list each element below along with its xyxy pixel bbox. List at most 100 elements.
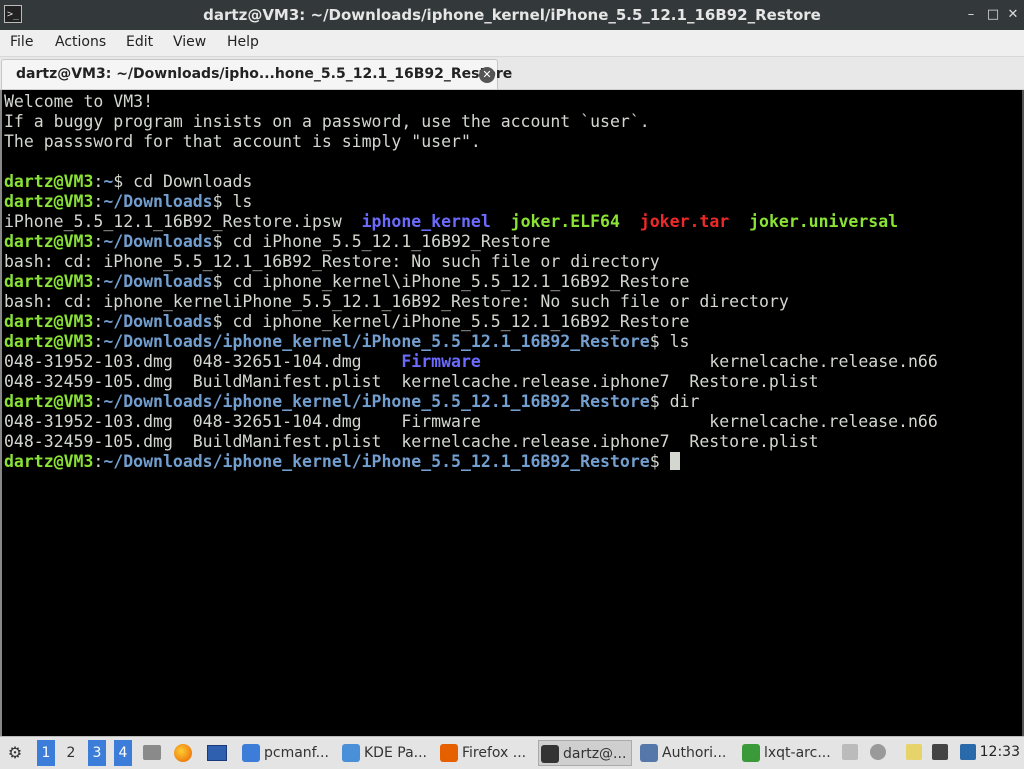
scroll-indicator-icon[interactable] [842,744,858,760]
terminal-text: dartz@VM3 [4,452,94,471]
terminal-line: 048-31952-103.dmg 048-32651-104.dmg Firm… [4,412,938,432]
terminal-text: ~/Downloads [103,312,213,331]
window-title: dartz@VM3: ~/Downloads/iphone_kernel/iPh… [203,6,821,24]
clipboard-icon[interactable] [906,744,922,760]
terminal-line: dartz@VM3:~/Downloads$ ls [4,192,252,212]
terminal-text: $ cd iphone_kernel/iPhone_5.5_12.1_16B92… [212,312,690,331]
tab-label: dartz@VM3: ~/Downloads/ipho...hone_5.5_1… [16,66,513,82]
desktop-1-button[interactable]: 1 [37,740,55,766]
terminal-line: bash: cd: iPhone_5.5_12.1_16B92_Restore:… [4,252,660,272]
terminal-text: dartz@VM3 [4,332,94,351]
maximize-button[interactable]: □ [984,6,1002,24]
terminal-text: ~/Downloads [103,192,213,211]
terminal-output[interactable]: Welcome to VM3! If a buggy program insist… [0,90,1024,736]
terminal-icon [541,745,559,763]
desktop-4-button[interactable]: 4 [114,740,132,766]
terminal-text: : [93,272,104,291]
terminal-line: The passsword for that account is simply… [4,132,481,152]
key-icon [640,744,658,762]
terminal-text: Firmware [401,352,481,371]
terminal-text: ~ [103,172,114,191]
terminal-line: dartz@VM3:~/Downloads/iphone_kernel/iPho… [4,332,689,352]
task-button[interactable]: lxqt-arc... [740,740,834,766]
terminal-text: The passsword for that account is simply… [4,132,481,151]
menubar: File Actions Edit View Help [0,30,1024,57]
desktop-3-button[interactable]: 3 [88,740,106,766]
terminal-text: $ cd Downloads [113,172,253,191]
terminal-line: 048-31952-103.dmg 048-32651-104.dmg Firm… [4,352,938,372]
task-label: dartz@... [563,746,627,762]
task-button[interactable]: pcmanf... [240,740,334,766]
volume-icon[interactable] [870,744,886,760]
terminal-text: $ ls [212,192,253,211]
task-label: Authori... [662,745,727,761]
terminal-line: dartz@VM3:~$ cd Downloads [4,172,252,192]
lxqt-menu-icon[interactable]: ⚙ [4,740,26,766]
terminal-text: ~/Downloads/iphone_kernel/iPhone_5.5_12.… [103,332,650,351]
terminal-text: ~/Downloads/iphone_kernel/iPhone_5.5_12.… [103,452,650,471]
task-label: pcmanf... [264,745,329,761]
terminal-line: bash: cd: iphone_kerneliPhone_5.5_12.1_1… [4,292,789,312]
terminal-text: kernelcache.release.n66 [480,352,938,371]
terminal-text: $ cd iPhone_5.5_12.1_16B92_Restore [212,232,551,251]
task-button[interactable]: KDE Pa... [340,740,434,766]
tab-bar: dartz@VM3: ~/Downloads/ipho...hone_5.5_1… [0,57,1024,90]
folder-icon [242,744,260,762]
terminal-text: dartz@VM3 [4,232,94,251]
desktop-2-button[interactable]: 2 [62,740,80,766]
terminal-line: dartz@VM3:~/Downloads$ cd iphone_kernel/… [4,312,689,332]
terminal-text: : [93,392,104,411]
terminal-text: dartz@VM3 [4,312,94,331]
menu-view[interactable]: View [173,34,206,50]
tab-terminal[interactable]: dartz@VM3: ~/Downloads/ipho...hone_5.5_1… [1,59,512,89]
desktop-icon[interactable] [207,740,229,766]
terminal-line: 048-32459-105.dmg BuildManifest.plist ke… [4,372,819,392]
terminal-text: 048-31952-103.dmg 048-32651-104.dmg Firm… [4,412,938,431]
menu-actions[interactable]: Actions [55,34,106,50]
window-titlebar[interactable]: >_ dartz@VM3: ~/Downloads/iphone_kernel/… [0,0,1024,30]
terminal-text: ~/Downloads [103,272,213,291]
kde-icon [342,744,360,762]
network-icon[interactable] [932,744,948,760]
chat-icon[interactable] [960,744,976,760]
terminal-text: bash: cd: iphone_kerneliPhone_5.5_12.1_1… [4,292,789,311]
terminal-text: If a buggy program insists on a password… [4,112,650,131]
task-label: KDE Pa... [364,745,427,761]
terminal-text: dartz@VM3 [4,272,94,291]
terminal-text: : [93,232,104,251]
terminal-text: 048-32459-105.dmg BuildManifest.plist ke… [4,432,819,451]
close-button[interactable]: ✕ [1004,6,1022,24]
terminal-text: : [93,192,104,211]
clock[interactable]: 12:33 [980,744,1020,760]
terminal-line: Welcome to VM3! [4,92,153,112]
menu-edit[interactable]: Edit [126,34,153,50]
menu-help[interactable]: Help [227,34,259,50]
terminal-line: dartz@VM3:~/Downloads$ cd iphone_kernel\… [4,272,689,292]
firefox-icon[interactable] [174,740,194,766]
terminal-line: dartz@VM3:~/Downloads/iphone_kernel/iPho… [4,392,699,412]
terminal-text: ~/Downloads [103,232,213,251]
terminal-text: joker.ELF64 [510,212,620,231]
task-button[interactable]: Firefox ... [438,740,532,766]
task-button[interactable]: Authori... [638,740,732,766]
terminal-text: : [93,452,104,471]
task-button[interactable]: dartz@... [538,740,632,766]
terminal-line: 048-32459-105.dmg BuildManifest.plist ke… [4,432,819,452]
terminal-line: dartz@VM3:~/Downloads/iphone_kernel/iPho… [4,452,680,472]
file-manager-icon[interactable] [143,740,163,766]
terminal-text: $ dir [649,392,700,411]
firefox-icon [440,744,458,762]
minimize-button[interactable]: – [962,6,980,24]
task-label: lxqt-arc... [764,745,831,761]
terminal-text: : [93,332,104,351]
terminal-text: dartz@VM3 [4,192,94,211]
menu-file[interactable]: File [10,34,33,50]
terminal-text: Welcome to VM3! [4,92,154,111]
terminal-text: : [93,312,104,331]
tab-close-icon[interactable]: ✕ [479,67,495,83]
terminal-line: dartz@VM3:~/Downloads$ cd iPhone_5.5_12.… [4,232,550,252]
terminal-line: iPhone_5.5_12.1_16B92_Restore.ipsw iphon… [4,212,898,232]
